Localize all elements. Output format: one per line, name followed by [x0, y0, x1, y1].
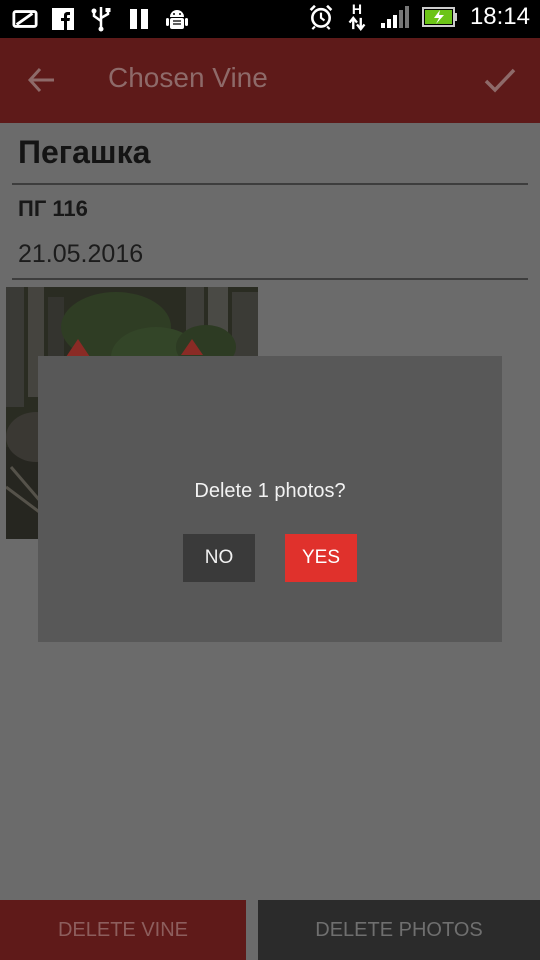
- dialog-message: Delete 1 photos?: [194, 480, 346, 502]
- pause-icon: [126, 5, 152, 33]
- back-button[interactable]: [22, 60, 62, 100]
- usb-icon: [88, 5, 114, 33]
- status-bar: H 18:14: [0, 0, 540, 38]
- confirm-button[interactable]: [480, 60, 520, 100]
- check-icon: [484, 68, 516, 93]
- arrow-left-icon: [27, 67, 54, 93]
- battery-charging-icon: [421, 3, 458, 31]
- signal-icon: [380, 3, 410, 31]
- facebook-icon: [50, 5, 76, 33]
- page-title: Chosen Vine: [108, 62, 268, 93]
- screencast-icon: [12, 5, 38, 33]
- android-debug-icon: [164, 5, 190, 33]
- action-bar: Chosen Vine: [0, 38, 540, 123]
- delete-vine-button[interactable]: DELETE VINE: [0, 900, 246, 960]
- status-bar-left: [12, 5, 190, 33]
- delete-photos-button[interactable]: DELETE PHOTOS: [258, 900, 540, 960]
- network-type-label: H: [351, 1, 362, 17]
- delete-photos-dialog: Delete 1 photos? NO YES: [38, 356, 502, 642]
- alarm-icon: [308, 3, 334, 31]
- status-time: 18:14: [469, 3, 530, 30]
- no-button[interactable]: NO: [183, 534, 255, 582]
- status-bar-right: H 18:14: [308, 1, 530, 31]
- network-h-icon: H: [346, 1, 368, 31]
- yes-button[interactable]: YES: [285, 534, 357, 582]
